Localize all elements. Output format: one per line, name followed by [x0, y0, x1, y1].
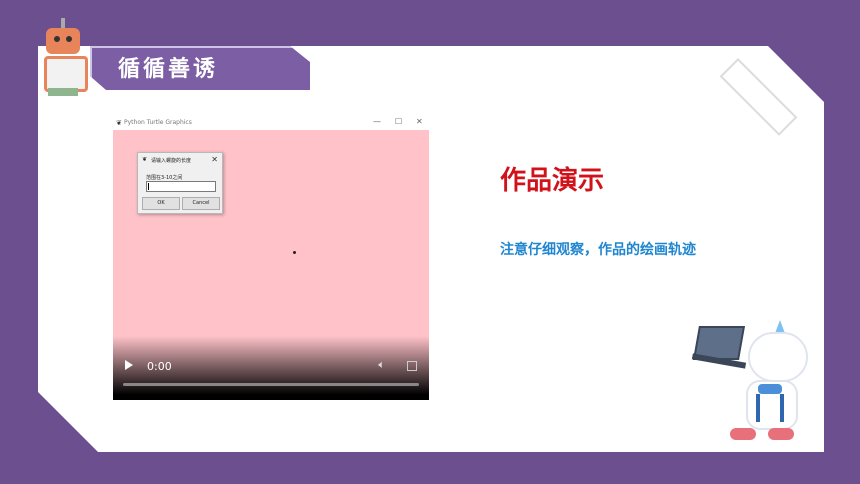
video-player[interactable]: ❦ Python Turtle Graphics — ☐ ✕ ❦ 请输入螺旋的长…	[113, 116, 429, 400]
unicorn-mascot-icon	[690, 318, 820, 452]
feather-icon: ❦	[116, 119, 122, 127]
robot-antenna	[61, 18, 65, 28]
suspender-strap	[780, 394, 784, 422]
dialog-title: 请输入螺旋的长度	[151, 158, 192, 164]
banner-title: 循循善诱	[118, 57, 219, 82]
volume-icon[interactable]: 🔈︎	[378, 358, 385, 372]
section-heading: 作品演示	[500, 166, 605, 196]
text-caret	[148, 183, 149, 190]
robot-eye	[54, 36, 60, 42]
bow-tie	[758, 384, 782, 394]
shoe	[768, 428, 794, 440]
robot-body	[44, 56, 88, 92]
progress-bar[interactable]	[123, 383, 419, 386]
video-controls: 0:00 🔈︎	[113, 336, 429, 400]
robot-eye	[66, 36, 72, 42]
suspender-strap	[756, 394, 760, 422]
time-readout: 0:00	[147, 360, 172, 373]
dialog-close-icon[interactable]: ✕	[211, 155, 218, 164]
robot-mascot-icon	[40, 18, 88, 96]
close-icon[interactable]: ✕	[416, 117, 423, 126]
robot-legs	[48, 88, 78, 96]
slide: 循循善诱 ❦ Python Turtle Graphics — ☐ ✕ ❦ 请输…	[0, 0, 860, 484]
maximize-icon[interactable]: ☐	[395, 117, 402, 126]
length-input[interactable]	[146, 181, 216, 192]
cancel-button[interactable]: Cancel	[182, 197, 220, 210]
ok-button[interactable]: OK	[142, 197, 180, 210]
robot-head	[46, 28, 80, 54]
turtle-cursor	[293, 251, 296, 254]
turtle-window-titlebar: ❦ Python Turtle Graphics — ☐ ✕	[113, 116, 429, 130]
shoe	[730, 428, 756, 440]
play-icon[interactable]	[125, 360, 133, 370]
fullscreen-icon[interactable]	[407, 361, 417, 371]
dialog-prompt: 范围在3-10之间	[146, 175, 183, 181]
unicorn-head	[748, 332, 808, 382]
section-subtitle: 注意仔细观察，作品的绘画轨迹	[500, 242, 696, 258]
minimize-icon[interactable]: —	[373, 117, 381, 126]
feather-icon: ❦	[142, 156, 148, 163]
turtle-window-title: Python Turtle Graphics	[124, 119, 192, 126]
input-dialog: ❦ 请输入螺旋的长度 ✕ 范围在3-10之间 OK Cancel	[137, 152, 223, 214]
